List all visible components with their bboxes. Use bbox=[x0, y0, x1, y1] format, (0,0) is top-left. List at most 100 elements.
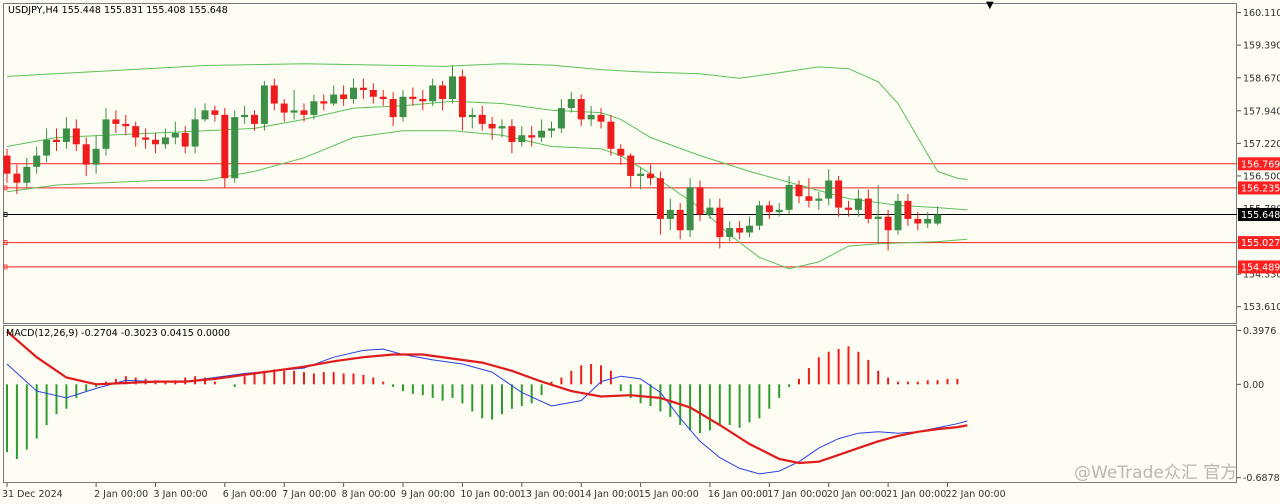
candle-body bbox=[666, 209, 674, 219]
candle-body bbox=[251, 114, 258, 124]
candle-body bbox=[389, 99, 397, 118]
candle-body bbox=[617, 148, 625, 156]
candle-body bbox=[845, 207, 852, 210]
candle-body bbox=[330, 94, 338, 104]
candle-body bbox=[706, 207, 714, 215]
level-label: 154.489 bbox=[1241, 262, 1280, 273]
candle-body bbox=[379, 96, 387, 100]
candle-body bbox=[904, 200, 912, 219]
time-tick-label: 17 Jan 00:00 bbox=[767, 489, 827, 500]
price-tick-label: 153.610 bbox=[1243, 302, 1280, 313]
price-tick-label: 160.110 bbox=[1243, 8, 1280, 19]
candle-body bbox=[597, 114, 605, 122]
level-label: 155.648 bbox=[1241, 210, 1280, 221]
candle-body bbox=[23, 166, 31, 183]
candle-body bbox=[557, 108, 565, 129]
candle-body bbox=[538, 130, 546, 138]
macd-tick-label: -0.6878 bbox=[1243, 473, 1280, 484]
candle-body bbox=[161, 137, 169, 145]
candle-body bbox=[3, 155, 11, 174]
candle-body bbox=[488, 123, 496, 129]
time-tick-label: 7 Jan 00:00 bbox=[282, 489, 336, 500]
candle-body bbox=[350, 87, 357, 100]
candle-body bbox=[112, 119, 120, 124]
candle-body bbox=[171, 132, 179, 138]
time-tick-label: 16 Jan 00:00 bbox=[708, 489, 768, 500]
candle-body bbox=[241, 114, 249, 118]
candle-body bbox=[468, 114, 476, 118]
candle-body bbox=[270, 85, 278, 104]
candle-body bbox=[498, 126, 506, 129]
candle-body bbox=[181, 132, 189, 147]
level-label: 155.027 bbox=[1241, 238, 1280, 249]
candle-body bbox=[449, 76, 456, 100]
candle-body bbox=[43, 139, 51, 156]
time-tick-label: 10 Jan 00:00 bbox=[460, 489, 520, 500]
candle-body bbox=[419, 99, 427, 102]
candle-body bbox=[815, 198, 823, 201]
candle-body bbox=[62, 128, 70, 143]
candle-body bbox=[211, 110, 219, 115]
candle-body bbox=[409, 96, 417, 100]
candle-body bbox=[280, 103, 288, 113]
candle-body bbox=[33, 155, 41, 167]
candle-body bbox=[785, 184, 793, 210]
candle-body bbox=[676, 209, 684, 231]
candle-body bbox=[755, 205, 763, 226]
time-tick-label: 2 Jan 00:00 bbox=[94, 489, 148, 500]
candle-body bbox=[399, 96, 407, 118]
level-label: 156.769 bbox=[1241, 159, 1280, 170]
watermark: @WeTrade众汇 官方 bbox=[1074, 463, 1237, 483]
candle-body bbox=[914, 218, 922, 224]
candle-body bbox=[201, 110, 209, 120]
price-header: USDJPY,H4 155.448 155.831 155.408 155.64… bbox=[8, 5, 228, 16]
price-chart[interactable]: 160.110 159.390 158.670 157.940 157.220 156.5… bbox=[0, 0, 1280, 504]
candle-body bbox=[656, 178, 664, 219]
candle-body bbox=[53, 139, 60, 143]
time-tick-label: 15 Jan 00:00 bbox=[639, 489, 699, 500]
candle-body bbox=[290, 110, 298, 113]
background bbox=[0, 0, 1280, 504]
top-marker-icon: ▼ bbox=[986, 0, 994, 11]
candle-body bbox=[765, 205, 773, 213]
candle-body bbox=[231, 117, 239, 179]
time-tick-label: 13 Jan 00:00 bbox=[520, 489, 580, 500]
candle-body bbox=[894, 200, 902, 231]
candle-body bbox=[864, 198, 872, 219]
candle-body bbox=[647, 173, 654, 179]
candle-body bbox=[528, 135, 536, 138]
candle-body bbox=[736, 227, 744, 233]
candle-body bbox=[13, 173, 21, 183]
candle-body bbox=[775, 209, 783, 213]
time-tick-label: 9 Jan 00:00 bbox=[401, 489, 455, 500]
candle-body bbox=[369, 89, 377, 97]
candle-body bbox=[924, 218, 932, 224]
candle-body bbox=[746, 225, 753, 233]
time-tick-label: 21 Jan 00:00 bbox=[886, 489, 946, 500]
candle-body bbox=[934, 214, 942, 224]
level-label: 156.235 bbox=[1241, 183, 1280, 194]
candle-body bbox=[726, 227, 734, 238]
candle-body bbox=[92, 148, 100, 165]
candle-body bbox=[874, 216, 882, 219]
candle-body bbox=[142, 137, 150, 140]
candle-body bbox=[587, 114, 595, 120]
candle-body bbox=[152, 139, 159, 145]
candle-body bbox=[320, 101, 328, 104]
candle-body bbox=[795, 184, 803, 197]
time-tick-label: 3 Jan 00:00 bbox=[154, 489, 208, 500]
candle-body bbox=[82, 144, 90, 165]
candle-body bbox=[567, 99, 575, 109]
candle-body bbox=[102, 119, 110, 149]
candle-body bbox=[478, 114, 486, 124]
candle-body bbox=[310, 101, 318, 115]
candle-body bbox=[696, 187, 704, 215]
candle-body bbox=[221, 114, 229, 179]
candle-body bbox=[132, 126, 140, 138]
candle-body bbox=[458, 76, 466, 118]
candle-body bbox=[300, 110, 308, 115]
time-tick-label: 20 Jan 00:00 bbox=[827, 489, 887, 500]
candle-body bbox=[577, 99, 585, 120]
candle-body bbox=[429, 85, 437, 102]
candle-body bbox=[825, 180, 833, 199]
